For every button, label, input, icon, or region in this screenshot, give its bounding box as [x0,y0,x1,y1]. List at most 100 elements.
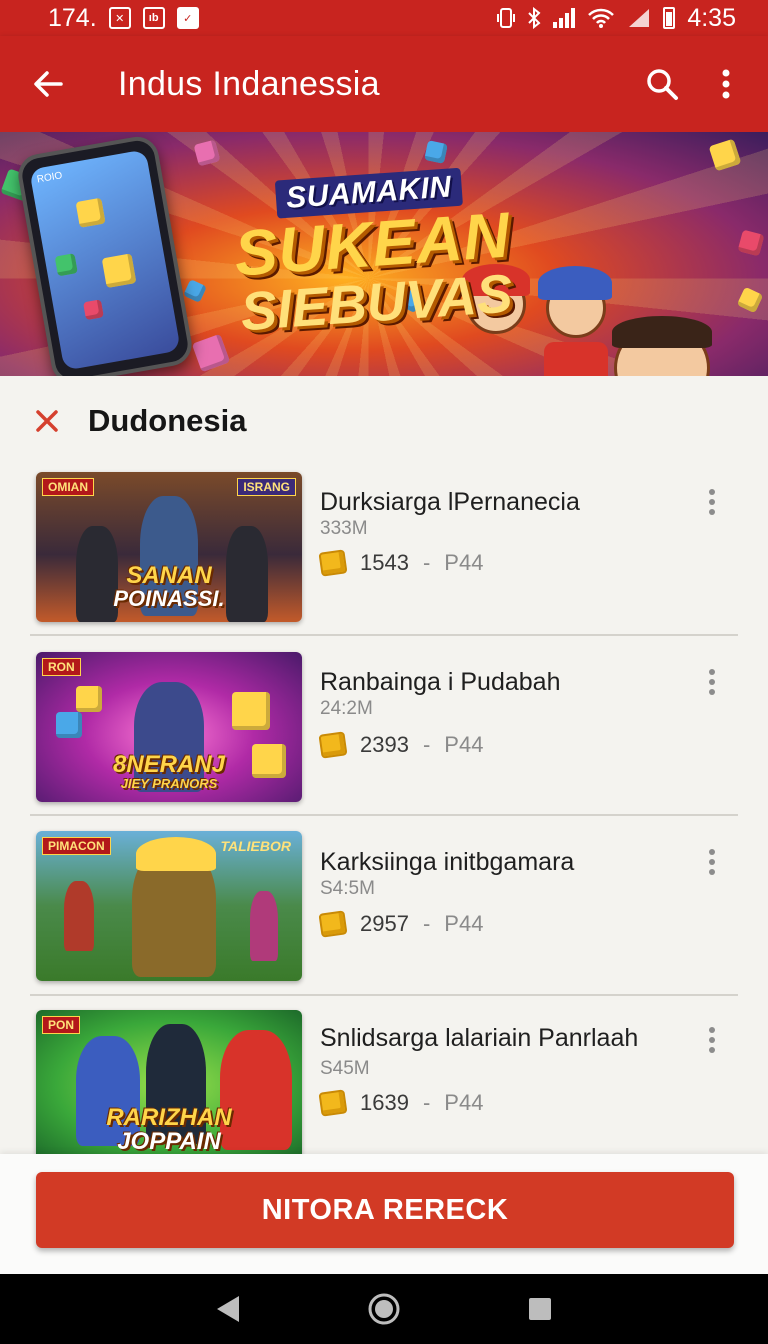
item-separator: - [422,911,431,936]
arrow-left-icon [34,71,63,97]
item-count: 1639 [360,1090,409,1115]
item-meta: 2957 - P44 [318,910,484,938]
nav-back-button[interactable] [198,1279,258,1339]
back-button[interactable] [0,36,96,132]
promo-banner[interactable]: ROIO SUAMAKIN SUKEAN SIEBUVAS [0,132,768,376]
phone-label: ROIO [36,170,64,186]
thumbnail-figure [64,881,94,951]
item-count: 2393 [360,732,409,757]
bottom-action-area: NITORA RERECK [0,1154,768,1274]
coin-icon [318,910,348,938]
status-time: 4:35 [687,3,736,32]
item-meta: 1543 - P44 [318,549,483,577]
item-separator: - [422,550,431,575]
item-title[interactable]: Snlidsarga lalariain Panrlaah [320,1024,638,1053]
divider [30,634,738,636]
thumbnail-tag: OMIAN [42,478,94,496]
item-more-button[interactable] [696,664,728,700]
thumbnail-title: 8NERANJ JIEY PRANORS [36,753,302,791]
sim-card-icon: ✕ [108,7,131,29]
battery-icon [663,7,676,29]
phone-screen: ROIO [29,149,181,371]
coin-icon [318,549,348,577]
cube-decoration [101,253,137,289]
more-vert-icon [709,669,715,675]
item-title[interactable]: Durksiarga lPernanecia [320,488,580,517]
close-icon [36,410,58,432]
close-button[interactable] [30,404,64,438]
item-meta: 1639 - P44 [318,1089,484,1117]
vibrate-icon [497,8,516,28]
nav-back-icon [217,1296,239,1322]
item-separator: - [422,1090,431,1115]
item-thumbnail[interactable]: OMIAN ISRANG SANAN POINASSI. [36,472,302,622]
status-bar: 174. ✕ ıb ✓ 4:35 [0,0,768,36]
item-more-button[interactable] [696,844,728,880]
nav-recents-icon [529,1298,551,1320]
cube-decoration [83,299,104,321]
item-version: P44 [444,1090,484,1115]
nav-recents-button[interactable] [510,1279,570,1339]
item-size: S45M [320,1058,370,1079]
thumbnail-tag: PON [42,1016,81,1034]
more-vert-icon [709,1027,715,1033]
list-item[interactable]: RON 8NERANJ JIEY PRANORS Ranbainga i Pud… [0,644,768,822]
thumbnail-tag-2: ISRANG [237,478,296,496]
cube-decoration [75,197,106,228]
thumbnail-tag: RON [42,658,81,676]
list-item[interactable]: OMIAN ISRANG SANAN POINASSI. Durksiarga … [0,464,768,642]
status-right: 4:35 [497,4,736,33]
cube-decoration [56,712,82,738]
hair-illustration [136,837,216,871]
item-thumbnail[interactable]: RON 8NERANJ JIEY PRANORS [36,652,302,802]
search-button[interactable] [630,36,694,132]
app-title: Indus Indanessia [118,64,380,103]
item-size: S4:5M [320,878,375,899]
coin-icon [318,1089,348,1117]
thumbnail-tag-2: TALIEBOR [220,838,291,854]
item-count: 2957 [360,911,409,936]
item-size: 24:2M [320,698,373,719]
more-options-button[interactable] [694,36,758,132]
item-version: P44 [444,732,484,757]
more-vert-icon [709,849,715,855]
item-more-button[interactable] [696,484,728,520]
cube-decoration [76,686,102,712]
item-version: P44 [444,911,484,936]
notification-icon: ıb [142,7,165,29]
item-title[interactable]: Karksiinga initbgamara [320,848,574,877]
cube-decoration [54,253,78,277]
item-thumbnail[interactable]: PIMACON TALIEBOR [36,831,302,981]
divider [30,994,738,996]
divider [30,814,738,816]
thumbnail-tag: PIMACON [42,837,111,855]
section-title: Dudonesia [88,403,247,438]
coin-icon [318,731,348,759]
banner-headline: SUAMAKIN SUKEAN SIEBUVAS [203,163,543,342]
wifi-icon [588,8,615,28]
thumbnail-title: RARIZHAN JOPPAIN [36,1106,302,1154]
thumbnail-title-line2: JOPPAIN [117,1128,221,1154]
item-thumbnail[interactable]: PON RARIZHAN JOPPAIN [36,1010,302,1154]
primary-action-button[interactable]: NITORA RERECK [36,1172,734,1248]
status-left: 174. ✕ ıb ✓ [48,4,199,33]
mail-icon: ✓ [176,7,199,29]
item-meta: 2393 - P44 [318,731,484,759]
item-size: 333M [320,518,368,539]
more-vert-icon [722,69,730,99]
status-left-text: 174. [48,3,97,32]
thumbnail-title-line1: SANAN [126,562,212,589]
item-more-button[interactable] [696,1022,728,1058]
character-body [544,342,608,376]
list-item[interactable]: PON RARIZHAN JOPPAIN Snlidsarga lalariai… [0,1002,768,1154]
thumbnail-title-line1: RARIZHAN [106,1104,232,1131]
search-icon [647,69,678,100]
list-item[interactable]: PIMACON TALIEBOR Karksiinga initbgamara … [0,824,768,1002]
section-header: Dudonesia [0,378,768,464]
item-title[interactable]: Ranbainga i Pudabah [320,668,560,697]
signal-icon [553,8,576,28]
nav-home-button[interactable] [354,1279,414,1339]
cell-signal-icon [629,9,650,27]
nav-home-icon [368,1293,400,1325]
thumbnail-title-line2: JIEY PRANORS [120,776,218,791]
